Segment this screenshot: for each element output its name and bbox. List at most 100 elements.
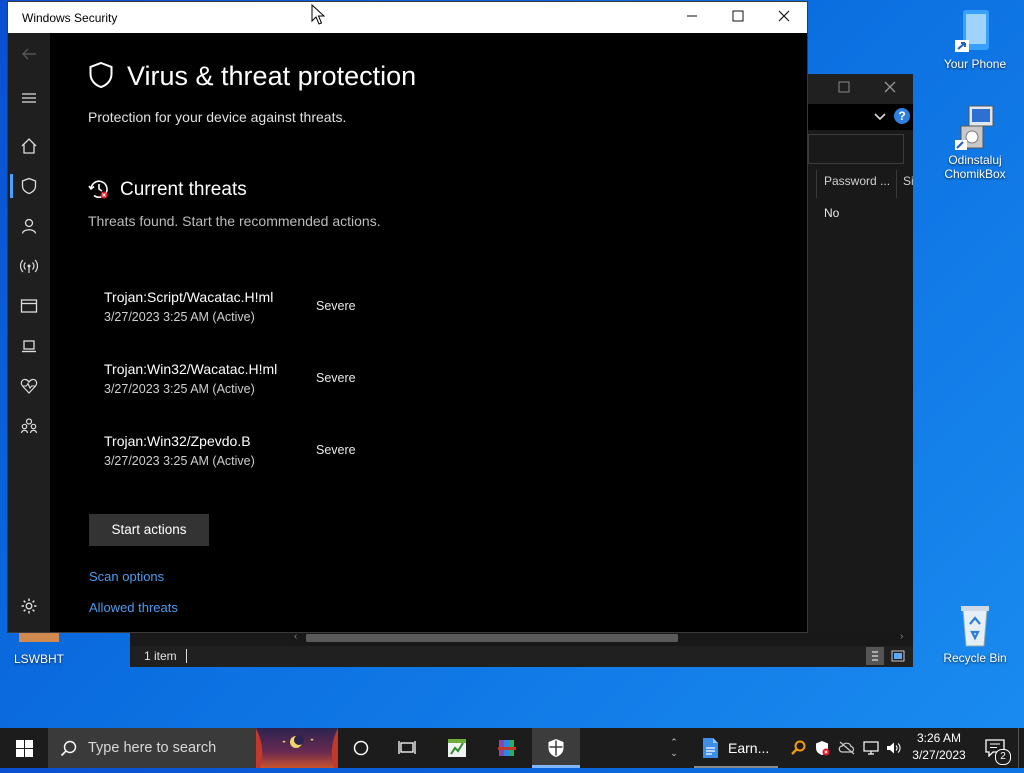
recycle-bin-icon [953,602,997,648]
minimize-button[interactable] [669,2,715,33]
clock[interactable]: 3:26 AM 3/27/2023 [906,731,972,762]
taskbar-app-earn[interactable]: Earn... [694,728,778,768]
maximize-icon [732,10,744,22]
account-icon [21,218,37,234]
taskbar-app-archiver[interactable] [484,728,530,768]
tray-security-icon-button[interactable] [812,728,832,768]
desktop-icon-odinstaluj-chomikbox[interactable]: Odinstaluj ChomikBox [937,104,1013,181]
tray-search-icon-button[interactable] [788,728,808,768]
threat-name: Trojan:Script/Wacatac.H!ml [104,289,274,305]
close-button[interactable] [761,2,807,33]
scan-options-link[interactable]: Scan options [89,569,164,584]
section-title: Current threats [120,179,247,200]
threat-name: Trojan:Win32/Wacatac.H!ml [104,361,278,377]
clock-date: 3/27/2023 [912,748,966,762]
app-browser-icon [20,299,38,313]
cloud-offline-icon [838,741,855,755]
shield-icon [89,61,113,89]
back-button[interactable] [8,36,50,72]
scrollbar-thumb[interactable] [306,634,678,642]
task-view-button[interactable] [384,728,430,768]
section-subtitle: Threats found. Start the recommended act… [88,213,381,229]
start-actions-button[interactable]: Start actions [89,514,209,546]
allowed-threats-link[interactable]: Allowed threats [89,600,178,615]
nav-virus-protection[interactable] [8,168,50,204]
text-cursor [186,649,187,663]
threat-severity: Severe [316,443,356,457]
large-icons-view-icon[interactable] [890,648,906,664]
scroll-right-icon[interactable]: › [900,631,903,642]
desktop-icon-lswbht[interactable]: LSWBHT [1,630,77,666]
threat-item[interactable]: Trojan:Script/Wacatac.H!ml 3/27/2023 3:2… [104,289,404,331]
mouse-cursor-icon [311,4,325,25]
settings-icon [21,598,37,614]
window-title: Windows Security [22,11,118,25]
close-icon [778,10,790,22]
chevron-down-icon[interactable] [874,112,886,122]
threat-history-icon [88,180,108,199]
column-header-size[interactable]: Si [903,174,913,196]
desktop-icon-your-phone[interactable]: Your Phone [937,8,1013,71]
nav-device-security[interactable] [8,328,50,364]
threat-item[interactable]: Trojan:Win32/Wacatac.H!ml 3/27/2023 3:25… [104,361,404,403]
taskbar-search-box[interactable]: Type here to search [48,728,338,768]
nav-family-options[interactable] [8,408,50,444]
nav-home[interactable] [8,128,50,164]
start-button[interactable] [0,728,48,768]
cortana-icon [353,740,369,756]
search-highlight-image [256,728,338,768]
home-icon [21,138,37,154]
tray-network-icon-button[interactable] [860,728,882,768]
desktop-icon-label: Odinstaluj ChomikBox [944,153,1006,181]
magnifier-orange-icon [791,740,806,755]
taskbar: Type here to search ⌃ ⌄ Earn... 3:26 AM … [0,728,1024,768]
taskbar-app-spreadsheet[interactable] [434,728,480,768]
threat-detail: 3/27/2023 3:25 AM (Active) [104,454,255,468]
maximize-button[interactable] [715,2,761,33]
status-bar: 1 item [130,646,913,667]
back-icon [22,48,36,60]
taskbar-app-windows-security[interactable] [532,728,580,768]
nav-settings[interactable] [8,588,50,624]
phone-app-icon [953,8,997,54]
column-divider [816,170,817,198]
item-count: 1 item [144,649,177,663]
page-subtitle: Protection for your device against threa… [88,109,347,125]
cortana-button[interactable] [338,728,384,768]
threat-name: Trojan:Win32/Zpevdo.B [104,433,251,449]
details-view-icon[interactable] [866,647,884,665]
tray-onedrive-icon-button[interactable] [836,728,858,768]
search-placeholder: Type here to search [88,740,217,756]
close-button[interactable] [880,80,900,98]
nav-app-browser[interactable] [8,288,50,324]
wifi-icon [20,259,38,273]
threat-detail: 3/27/2023 3:25 AM (Active) [104,310,255,324]
family-icon [20,418,38,434]
column-header-password[interactable]: Password ... [824,174,894,196]
security-alert-icon [816,741,830,756]
nav-firewall[interactable] [8,248,50,284]
threat-detail: 3/27/2023 3:25 AM (Active) [104,382,255,396]
maximize-icon [838,81,850,93]
taskbar-scroll-button[interactable]: ⌃ ⌄ [666,728,682,768]
main-content: Virus & threat protection Protection for… [50,33,807,632]
threat-item[interactable]: Trojan:Win32/Zpevdo.B 3/27/2023 3:25 AM … [104,433,404,475]
help-icon[interactable]: ? [894,108,910,124]
nav-account-protection[interactable] [8,208,50,244]
search-box[interactable] [808,134,904,164]
windows-logo-icon [15,739,33,757]
show-desktop-button[interactable] [1018,728,1024,768]
maximize-button[interactable] [834,80,854,98]
network-icon [863,741,879,755]
menu-button[interactable] [8,80,50,116]
nav-device-health[interactable] [8,368,50,404]
notification-center-button[interactable]: 2 [980,728,1011,768]
windows-security-window[interactable]: Windows Security Virus & threat protecti… [7,1,808,633]
minimize-icon [687,15,697,17]
desktop-icon-label: Recycle Bin [943,651,1007,665]
window-titlebar[interactable]: Windows Security [8,2,807,33]
search-icon [60,740,77,757]
volume-icon [887,742,901,754]
desktop-icon-recycle-bin[interactable]: Recycle Bin [937,602,1013,665]
tray-volume-icon-button[interactable] [883,728,905,768]
